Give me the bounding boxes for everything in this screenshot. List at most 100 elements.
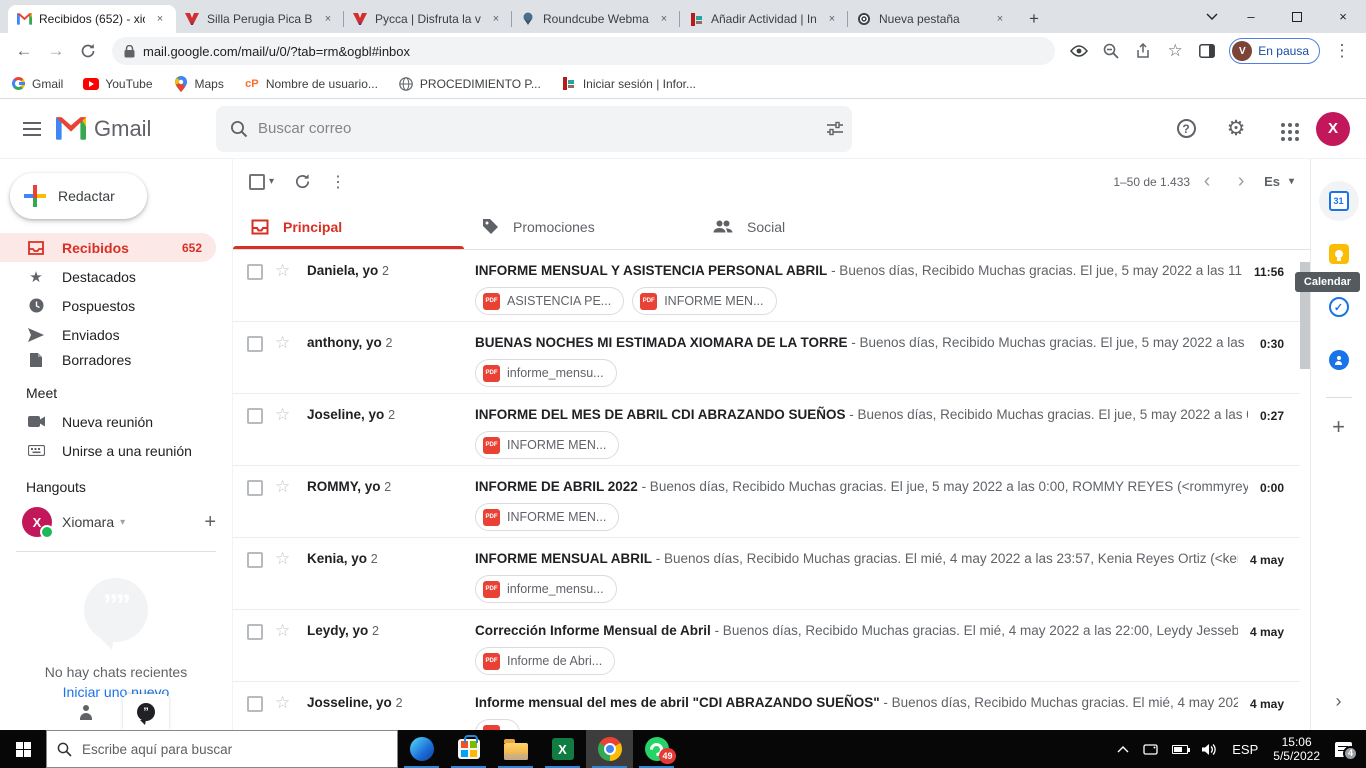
email-row[interactable]: ☆ Kenia, yo 2 INFORME MENSUAL ABRIL - Bu…: [233, 538, 1300, 610]
older-page-chevron-icon[interactable]: ›: [1224, 170, 1258, 193]
email-checkbox[interactable]: [247, 264, 263, 280]
star-icon[interactable]: ☆: [275, 549, 293, 569]
sidebar-item-enviados[interactable]: Enviados: [0, 320, 216, 349]
search-input[interactable]: [258, 120, 816, 137]
attachment-chip[interactable]: PDF: [475, 719, 520, 730]
side-panel-icon[interactable]: [1193, 37, 1221, 65]
tab-close-icon[interactable]: ×: [152, 11, 168, 27]
bookmark-maps[interactable]: Maps: [173, 75, 224, 92]
forward-icon[interactable]: →: [42, 37, 70, 65]
browser-tab-gmail[interactable]: Recibidos (652) - xiom ×: [8, 5, 176, 33]
tab-close-icon[interactable]: ×: [656, 11, 672, 27]
url-text[interactable]: mail.google.com/mail/u/0/?tab=rm&ogbl#in…: [143, 44, 410, 59]
browser-tab-pycca-1[interactable]: Silla Perugia Pica Blanc ×: [176, 5, 344, 33]
attachment-chip[interactable]: PDF informe_mensu...: [475, 575, 617, 603]
calendar-icon[interactable]: 31: [1318, 181, 1359, 221]
back-icon[interactable]: ←: [10, 37, 38, 65]
get-addons-plus-icon[interactable]: +: [1332, 414, 1345, 440]
volume-icon[interactable]: [1195, 730, 1225, 768]
attachment-chip[interactable]: PDF Informe de Abri...: [475, 647, 616, 675]
sidebar-item-destacados[interactable]: ★ Destacados: [0, 262, 216, 291]
email-row[interactable]: ☆ Josseline, yo 2 Informe mensual del me…: [233, 682, 1300, 730]
contacts-icon[interactable]: [1319, 340, 1359, 380]
search-options-tune-icon[interactable]: [826, 121, 844, 137]
gmail-logo[interactable]: Gmail: [56, 116, 216, 142]
email-row[interactable]: ☆ Daniela, yo 2 INFORME MENSUAL Y ASISTE…: [233, 250, 1300, 322]
browser-menu-kebab-icon[interactable]: ⋮: [1328, 37, 1356, 65]
email-checkbox[interactable]: [247, 480, 263, 496]
account-avatar[interactable]: X: [1316, 111, 1350, 146]
sidebar-item-borradores[interactable]: Borradores: [0, 349, 216, 371]
taskbar-excel[interactable]: X: [539, 730, 586, 768]
bookmark-iniciar-sesion[interactable]: Iniciar sesión | Infor...: [561, 76, 696, 92]
gmail-search-bar[interactable]: [216, 105, 852, 152]
star-icon[interactable]: ☆: [275, 621, 293, 641]
taskbar-edge[interactable]: [398, 730, 445, 768]
email-checkbox[interactable]: [247, 408, 263, 424]
browser-tab-infowork[interactable]: Añadir Actividad | Info ×: [679, 5, 848, 33]
taskbar-chrome[interactable]: [586, 730, 633, 768]
compose-button[interactable]: Redactar: [10, 173, 147, 219]
reload-icon[interactable]: [74, 37, 102, 65]
battery-icon[interactable]: [1165, 730, 1195, 768]
google-apps-grid-icon[interactable]: [1266, 109, 1306, 149]
new-tab-button[interactable]: +: [1020, 5, 1048, 33]
window-close-button[interactable]: ×: [1320, 0, 1366, 33]
taskbar-whatsapp[interactable]: 49: [633, 730, 680, 768]
select-caret-icon[interactable]: ▾: [269, 176, 274, 187]
email-checkbox[interactable]: [247, 552, 263, 568]
email-checkbox[interactable]: [247, 696, 263, 712]
collapse-panel-chevron-icon[interactable]: ›: [1311, 691, 1366, 712]
taskbar-file-explorer[interactable]: [492, 730, 539, 768]
bookmark-procedimiento[interactable]: PROCEDIMIENTO P...: [398, 76, 541, 92]
tab-promociones[interactable]: Promociones: [464, 204, 695, 249]
bookmark-star-icon[interactable]: ☆: [1161, 37, 1189, 65]
tab-close-icon[interactable]: ×: [824, 11, 840, 27]
tray-chevron-up-icon[interactable]: [1110, 730, 1136, 768]
star-icon[interactable]: ☆: [275, 333, 293, 353]
search-icon[interactable]: [230, 120, 248, 138]
address-bar[interactable]: mail.google.com/mail/u/0/?tab=rm&ogbl#in…: [112, 37, 1056, 65]
sidebar-item-recibidos[interactable]: Recibidos 652: [0, 233, 216, 262]
star-icon[interactable]: ☆: [275, 261, 293, 281]
star-icon[interactable]: ☆: [275, 477, 293, 497]
language-indicator[interactable]: ESP: [1225, 730, 1265, 768]
attachment-chip[interactable]: PDF INFORME MEN...: [475, 503, 620, 531]
more-options-kebab-icon[interactable]: ⋮: [320, 164, 356, 200]
select-all-checkbox[interactable]: [249, 173, 265, 190]
attachment-chip[interactable]: PDF informe_mensu...: [475, 359, 617, 387]
browser-tab-new[interactable]: Nueva pestaña ×: [847, 5, 1016, 33]
settings-gear-icon[interactable]: ⚙: [1216, 109, 1256, 149]
window-restore-button[interactable]: [1274, 0, 1320, 33]
padlock-icon[interactable]: [124, 44, 135, 58]
star-icon[interactable]: ☆: [275, 405, 293, 425]
keep-icon[interactable]: [1319, 234, 1359, 274]
bookmark-cpanel[interactable]: cP Nombre de usuario...: [244, 76, 378, 92]
tray-display-icon[interactable]: [1136, 730, 1165, 768]
tab-search-caret-icon[interactable]: [1196, 0, 1228, 33]
browser-tab-roundcube[interactable]: Roundcube Webmail :: ×: [511, 5, 680, 33]
taskbar-store[interactable]: [445, 730, 492, 768]
hangouts-tab-icon[interactable]: ”: [123, 694, 169, 730]
browser-profile-chip[interactable]: V En pausa: [1229, 38, 1320, 64]
tab-close-icon[interactable]: ×: [992, 11, 1008, 27]
help-icon[interactable]: ?: [1166, 109, 1206, 149]
star-icon[interactable]: ☆: [275, 693, 293, 713]
main-menu-hamburger-icon[interactable]: [12, 109, 52, 149]
tab-principal[interactable]: Principal: [233, 204, 464, 249]
email-row[interactable]: ☆ Leydy, yo 2 Corrección Informe Mensual…: [233, 610, 1300, 682]
input-language-selector[interactable]: Es ▾: [1264, 174, 1294, 189]
email-checkbox[interactable]: [247, 624, 263, 640]
window-minimize-button[interactable]: –: [1228, 0, 1274, 33]
attachment-chip[interactable]: PDF INFORME MEN...: [632, 287, 777, 315]
hangouts-avatar[interactable]: X: [22, 507, 54, 539]
hangouts-username[interactable]: Xiomara: [62, 514, 114, 530]
eye-extension-icon[interactable]: [1065, 37, 1093, 65]
sidebar-item-nueva-reunion[interactable]: Nueva reunión: [0, 407, 216, 436]
sidebar-item-pospuestos[interactable]: Pospuestos: [0, 291, 216, 320]
tasks-icon[interactable]: ✓: [1319, 287, 1359, 327]
refresh-icon[interactable]: [284, 164, 320, 200]
attachment-chip[interactable]: PDF INFORME MEN...: [475, 431, 620, 459]
share-icon[interactable]: [1129, 37, 1157, 65]
tab-close-icon[interactable]: ×: [488, 11, 504, 27]
